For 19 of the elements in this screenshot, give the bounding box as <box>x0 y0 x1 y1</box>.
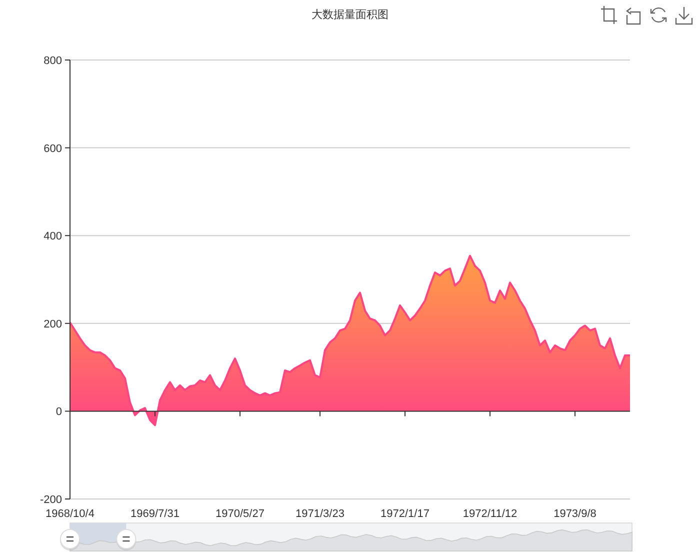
x-axis-label: 1971/3/23 <box>296 508 344 520</box>
x-axis-label: 1972/11/12 <box>462 508 518 520</box>
x-axis-label: 1969/7/31 <box>130 508 180 520</box>
y-axis-label: 400 <box>44 230 62 243</box>
x-axis-label: 1968/10/4 <box>46 508 94 520</box>
y-axis-label: 800 <box>44 55 62 67</box>
chart-title: 大数据量面积图 <box>312 9 388 21</box>
x-axis-label: 1973/9/8 <box>554 508 596 520</box>
y-axis-label: 0 <box>56 406 62 418</box>
y-axis-label: -200 <box>40 494 62 506</box>
y-axis-label: 200 <box>44 318 62 330</box>
zoom-handle[interactable] <box>116 529 136 550</box>
zoom-handle[interactable] <box>60 529 80 550</box>
crop-icon[interactable] <box>599 5 619 26</box>
download-icon[interactable] <box>674 5 694 26</box>
x-axis-label: 1972/1/17 <box>380 508 430 520</box>
x-axis-label: 1970/5/27 <box>216 508 264 520</box>
data-zoom-slider[interactable] <box>60 522 633 552</box>
y-axis-label: 600 <box>44 142 62 155</box>
